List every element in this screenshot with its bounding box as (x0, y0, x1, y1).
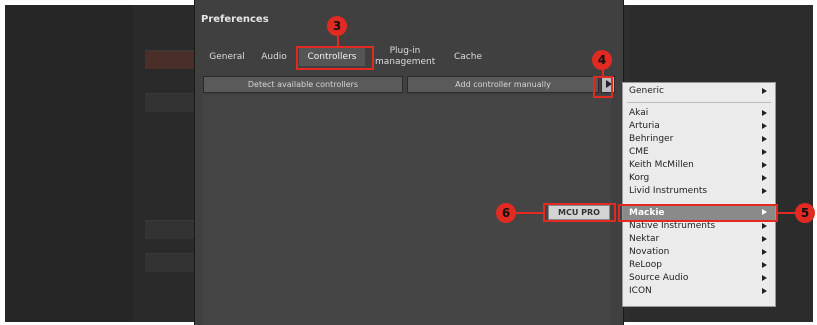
preferences-dialog: Preferences General Audio Controllers Pl… (194, 0, 624, 325)
menu-item-cme[interactable]: CME (623, 146, 775, 159)
tab-cache[interactable]: Cache (451, 52, 485, 63)
submenu-arrow-icon (762, 110, 767, 116)
submenu-item-mcu-pro[interactable]: MCU PRO (548, 205, 610, 220)
submenu-arrow-icon (762, 188, 767, 194)
menu-item-generic[interactable]: Generic (623, 85, 775, 98)
background-left-panel (5, 5, 133, 322)
menu-item-behringer[interactable]: Behringer (623, 133, 775, 146)
submenu-arrow-icon (762, 288, 767, 294)
submenu-arrow-icon (762, 136, 767, 142)
dialog-title: Preferences (201, 14, 269, 25)
callout-badge-4: 4 (592, 50, 612, 70)
menu-item-icon[interactable]: ICON (623, 285, 775, 298)
detect-controllers-button[interactable]: Detect available controllers (203, 76, 403, 93)
submenu-arrow-icon (762, 209, 767, 215)
menu-separator (627, 102, 771, 103)
submenu-arrow-icon (762, 88, 767, 94)
callout-line (602, 69, 604, 77)
submenu-arrow-icon (762, 249, 767, 255)
submenu-arrow-icon (762, 262, 767, 268)
menu-item-reloop[interactable]: ReLoop (623, 259, 775, 272)
callout-line (777, 212, 795, 214)
tab-controllers[interactable]: Controllers (299, 48, 365, 66)
submenu-arrow-icon (762, 162, 767, 168)
menu-item-source-audio[interactable]: Source Audio (623, 272, 775, 285)
menu-item-arturia[interactable]: Arturia (623, 120, 775, 133)
menu-item-nektar[interactable]: Nektar (623, 233, 775, 246)
controller-button-bar: Detect available controllers Add control… (203, 76, 615, 94)
callout-badge-6: 6 (496, 203, 516, 223)
menu-item-keith-mcmillen[interactable]: Keith McMillen (623, 159, 775, 172)
callout-badge-3: 3 (327, 16, 347, 36)
submenu-arrow-icon (762, 275, 767, 281)
menu-item-novation[interactable]: Novation (623, 246, 775, 259)
add-controller-manually-button[interactable]: Add controller manually (407, 76, 599, 93)
submenu-arrow-icon (762, 175, 767, 181)
submenu-arrow-icon (762, 236, 767, 242)
tab-general[interactable]: General (207, 52, 247, 63)
preferences-tabs: General Audio Controllers Plug-in manage… (195, 44, 623, 74)
menu-item-mackie[interactable]: Mackie (623, 206, 775, 220)
callout-line (512, 212, 544, 214)
tab-plugin-management[interactable]: Plug-in management (375, 46, 435, 68)
menu-item-native-instruments[interactable]: Native Instruments (623, 220, 775, 233)
menu-item-livid-instruments[interactable]: Livid Instruments (623, 185, 775, 198)
submenu-arrow-icon (762, 223, 767, 229)
menu-item-akai[interactable]: Akai (623, 107, 775, 120)
submenu-arrow-icon (762, 123, 767, 129)
controller-vendor-menu: Generic Akai Arturia Behringer CME Keith… (622, 82, 776, 307)
submenu-arrow-icon (762, 149, 767, 155)
callout-badge-5: 5 (795, 203, 815, 223)
menu-item-korg[interactable]: Korg (623, 172, 775, 185)
add-controller-arrow-button[interactable] (601, 76, 615, 93)
tab-audio[interactable]: Audio (259, 52, 289, 63)
